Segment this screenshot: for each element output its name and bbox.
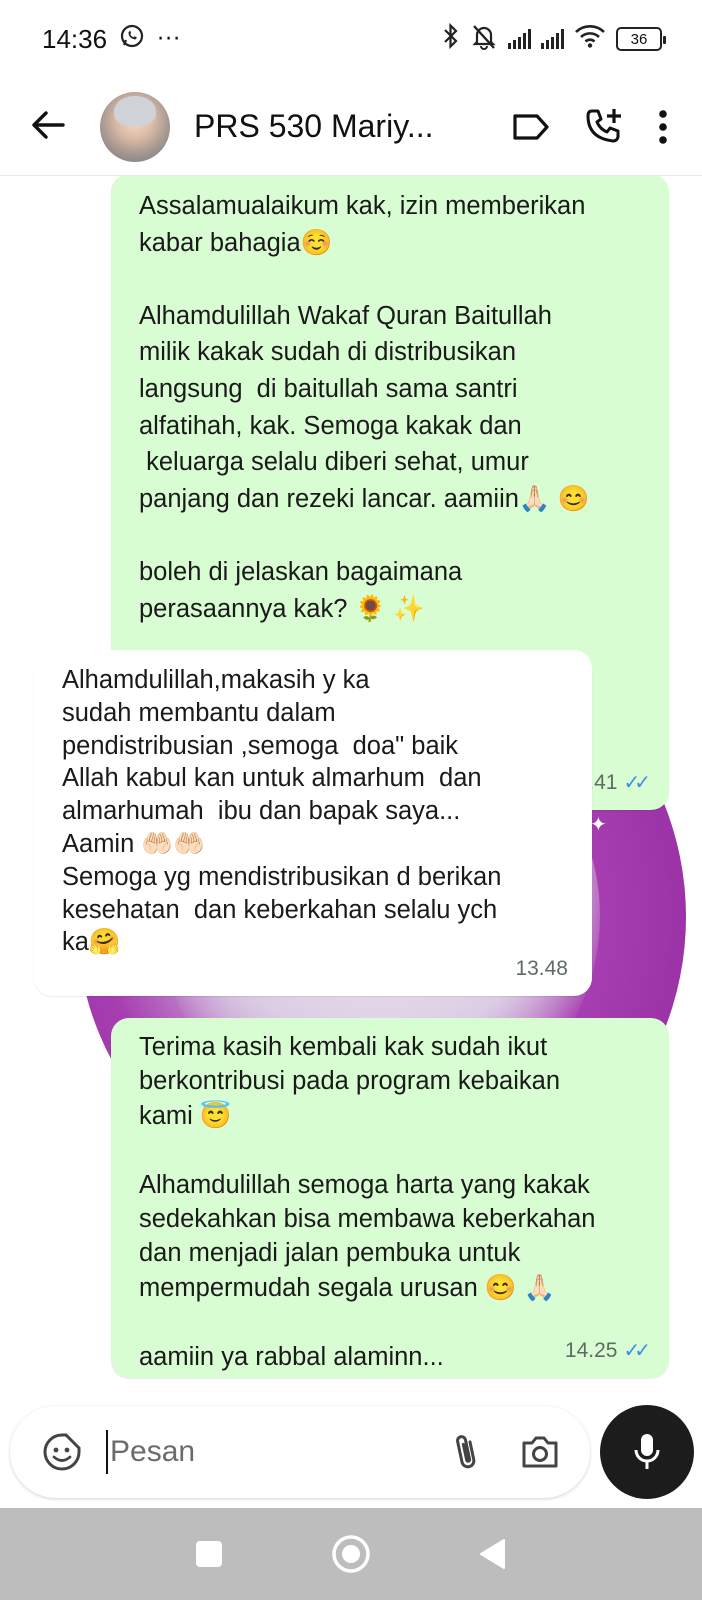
contact-avatar[interactable] — [100, 91, 170, 162]
battery-icon: 36 — [616, 27, 666, 51]
status-time: 14:36 — [42, 23, 108, 54]
back-arrow-icon — [31, 110, 65, 144]
attach-icon[interactable] — [452, 1431, 480, 1473]
message-text: Assalamualaikum kak, izin memberikan kab… — [139, 192, 590, 623]
message-time: 14.25 — [564, 1338, 618, 1362]
message-bubble-outgoing[interactable]: Terima kasih kembali kak sudah ikut berk… — [111, 1018, 669, 1378]
signal-icon-2 — [541, 29, 564, 49]
sparkle-icon: ✦ — [590, 812, 607, 836]
mic-icon — [632, 1432, 662, 1472]
home-circle-icon[interactable] — [330, 1533, 372, 1575]
composer-actions — [452, 1431, 560, 1473]
whatsapp-icon — [119, 23, 145, 55]
message-meta: 14.25 ✓✓ — [564, 1334, 651, 1369]
chat-header: PRS 530 Mariy... — [0, 78, 702, 176]
mute-bell-icon — [470, 22, 498, 56]
message-text: Alhamdulillah,makasih y ka sudah membant… — [62, 666, 502, 957]
add-call-icon[interactable] — [584, 107, 624, 147]
header-actions — [512, 107, 668, 147]
signal-icon — [508, 29, 531, 49]
label-icon[interactable] — [512, 113, 550, 141]
recents-square-icon[interactable] — [194, 1539, 224, 1569]
sticker-icon[interactable] — [42, 1432, 82, 1472]
system-nav-bar — [0, 1508, 702, 1600]
bluetooth-icon — [442, 22, 460, 56]
message-input[interactable] — [106, 1430, 396, 1474]
status-bar: 14:36 ··· 36 — [0, 0, 702, 78]
message-text: Terima kasih kembali kak sudah ikut berk… — [139, 1033, 596, 1371]
back-button[interactable] — [20, 99, 76, 155]
camera-icon[interactable] — [520, 1434, 560, 1470]
message-composer — [10, 1406, 590, 1498]
read-ticks-icon: ✓✓ — [623, 771, 650, 794]
contact-name[interactable]: PRS 530 Mariy... — [194, 108, 432, 145]
message-time: 13.48 — [515, 956, 568, 980]
message-bubble-incoming[interactable]: Alhamdulillah,makasih y ka sudah membant… — [34, 650, 592, 996]
wifi-icon — [574, 23, 606, 55]
overflow-menu-icon[interactable] — [658, 109, 668, 145]
status-right: 36 — [442, 22, 666, 56]
voice-record-button[interactable] — [600, 1405, 694, 1499]
chat-area[interactable]: ✦ Assalamualaikum kak, izin memberikan k… — [0, 176, 702, 1406]
message-meta: 13.48 — [515, 952, 568, 987]
back-triangle-icon[interactable] — [478, 1537, 508, 1571]
status-left: 14:36 ··· — [42, 23, 181, 55]
more-notifications-icon: ··· — [157, 26, 182, 52]
read-ticks-icon: ✓✓ — [623, 1339, 650, 1362]
